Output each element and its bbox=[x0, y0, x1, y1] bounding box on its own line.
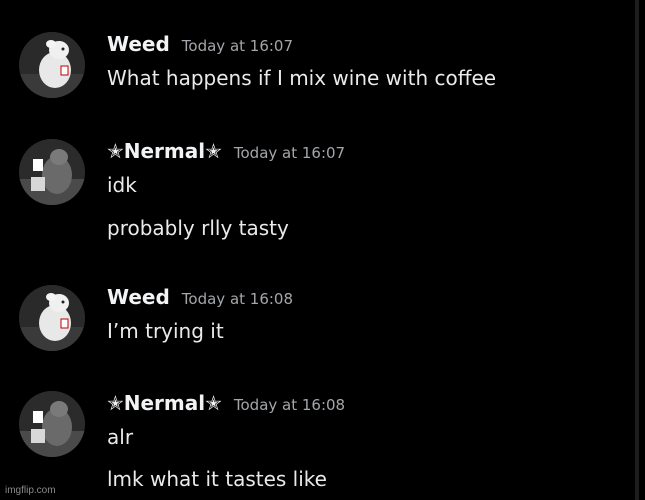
message-header: ✭Nermal✭ Today at 16:08 bbox=[107, 391, 345, 415]
gray-rat-avatar-icon bbox=[19, 139, 85, 205]
username[interactable]: Weed bbox=[107, 32, 170, 56]
message-text: What happens if I mix wine with coffee bbox=[107, 66, 497, 90]
message-text: alr bbox=[107, 425, 134, 449]
username[interactable]: ✭Nermal✭ bbox=[107, 391, 222, 415]
username[interactable]: ✭Nermal✭ bbox=[107, 139, 222, 163]
message-text: I’m trying it bbox=[107, 319, 224, 343]
gray-rat-avatar-icon bbox=[19, 391, 85, 457]
chat-message-list: Weed Today at 16:07 What happens if I mix… bbox=[0, 0, 632, 500]
message-header: ✭Nermal✭ Today at 16:07 bbox=[107, 139, 345, 163]
message-text: lmk what it tastes like bbox=[107, 467, 327, 491]
message-header: Weed Today at 16:07 bbox=[107, 32, 293, 56]
message-text: idk bbox=[107, 173, 137, 197]
message-header: Weed Today at 16:08 bbox=[107, 285, 293, 309]
white-rat-avatar-icon bbox=[19, 32, 85, 98]
avatar[interactable] bbox=[19, 391, 85, 457]
scrollbar[interactable] bbox=[635, 0, 639, 500]
white-rat-avatar-icon bbox=[19, 285, 85, 351]
watermark: imgflip.com bbox=[5, 485, 56, 496]
message-text: probably rlly tasty bbox=[107, 216, 289, 240]
username[interactable]: Weed bbox=[107, 285, 170, 309]
avatar[interactable] bbox=[19, 139, 85, 205]
timestamp: Today at 16:07 bbox=[233, 144, 346, 162]
avatar[interactable] bbox=[19, 32, 85, 98]
timestamp: Today at 16:07 bbox=[181, 37, 294, 55]
avatar[interactable] bbox=[19, 285, 85, 351]
timestamp: Today at 16:08 bbox=[181, 290, 294, 308]
timestamp: Today at 16:08 bbox=[233, 396, 346, 414]
